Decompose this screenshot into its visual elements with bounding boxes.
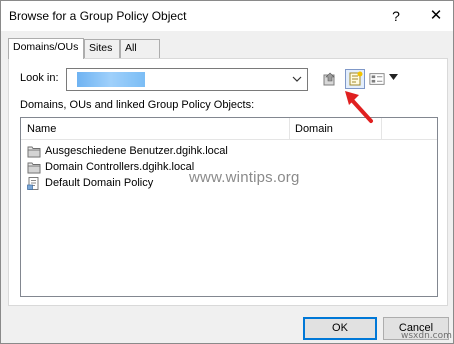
- look-in-combobox[interactable]: [66, 68, 308, 91]
- gpo-list-view[interactable]: Name Domain Ausgeschiedene Benutzer.dgih…: [20, 117, 438, 297]
- look-in-label: Look in:: [20, 72, 59, 84]
- help-button[interactable]: ?: [379, 1, 413, 31]
- corner-watermark: wsxdn.com: [401, 331, 452, 341]
- column-divider[interactable]: [289, 118, 290, 140]
- list-description: Domains, OUs and linked Group Policy Obj…: [20, 99, 255, 111]
- up-one-level-icon[interactable]: [322, 71, 338, 87]
- folder-ou-icon: [27, 146, 41, 158]
- view-dropdown-arrow-icon[interactable]: [389, 73, 398, 81]
- list-item-name: Ausgeschiedene Benutzer.dgihk.local: [45, 145, 228, 157]
- look-in-value-redacted: [77, 72, 145, 87]
- ok-button[interactable]: OK: [303, 317, 377, 340]
- gpo-icon: [27, 177, 39, 190]
- new-gpo-icon: [349, 71, 363, 86]
- column-header-name[interactable]: Name: [27, 123, 56, 135]
- dialog-title: Browse for a Group Policy Object: [9, 9, 187, 23]
- tab-sites[interactable]: Sites: [84, 39, 120, 58]
- red-pointer-arrow-icon: [345, 91, 373, 123]
- column-divider[interactable]: [381, 118, 382, 140]
- tab-domains-ous[interactable]: Domains/OUs: [8, 38, 84, 59]
- watermark-text: www.wintips.org: [189, 169, 300, 186]
- chevron-down-icon[interactable]: [291, 73, 303, 85]
- folder-ou-icon: [27, 162, 41, 174]
- browse-gpo-dialog: Browse for a Group Policy Object ? ✕ Dom…: [0, 0, 454, 344]
- view-menu-icon[interactable]: [369, 71, 385, 87]
- create-new-gpo-button[interactable]: [345, 69, 365, 89]
- column-header-domain[interactable]: Domain: [295, 123, 333, 135]
- close-button[interactable]: ✕: [419, 1, 453, 31]
- list-item-name: Domain Controllers.dgihk.local: [45, 161, 195, 173]
- title-bar: Browse for a Group Policy Object ? ✕: [1, 1, 453, 31]
- list-item-name: Default Domain Policy: [45, 177, 154, 189]
- tab-all[interactable]: All: [120, 39, 160, 58]
